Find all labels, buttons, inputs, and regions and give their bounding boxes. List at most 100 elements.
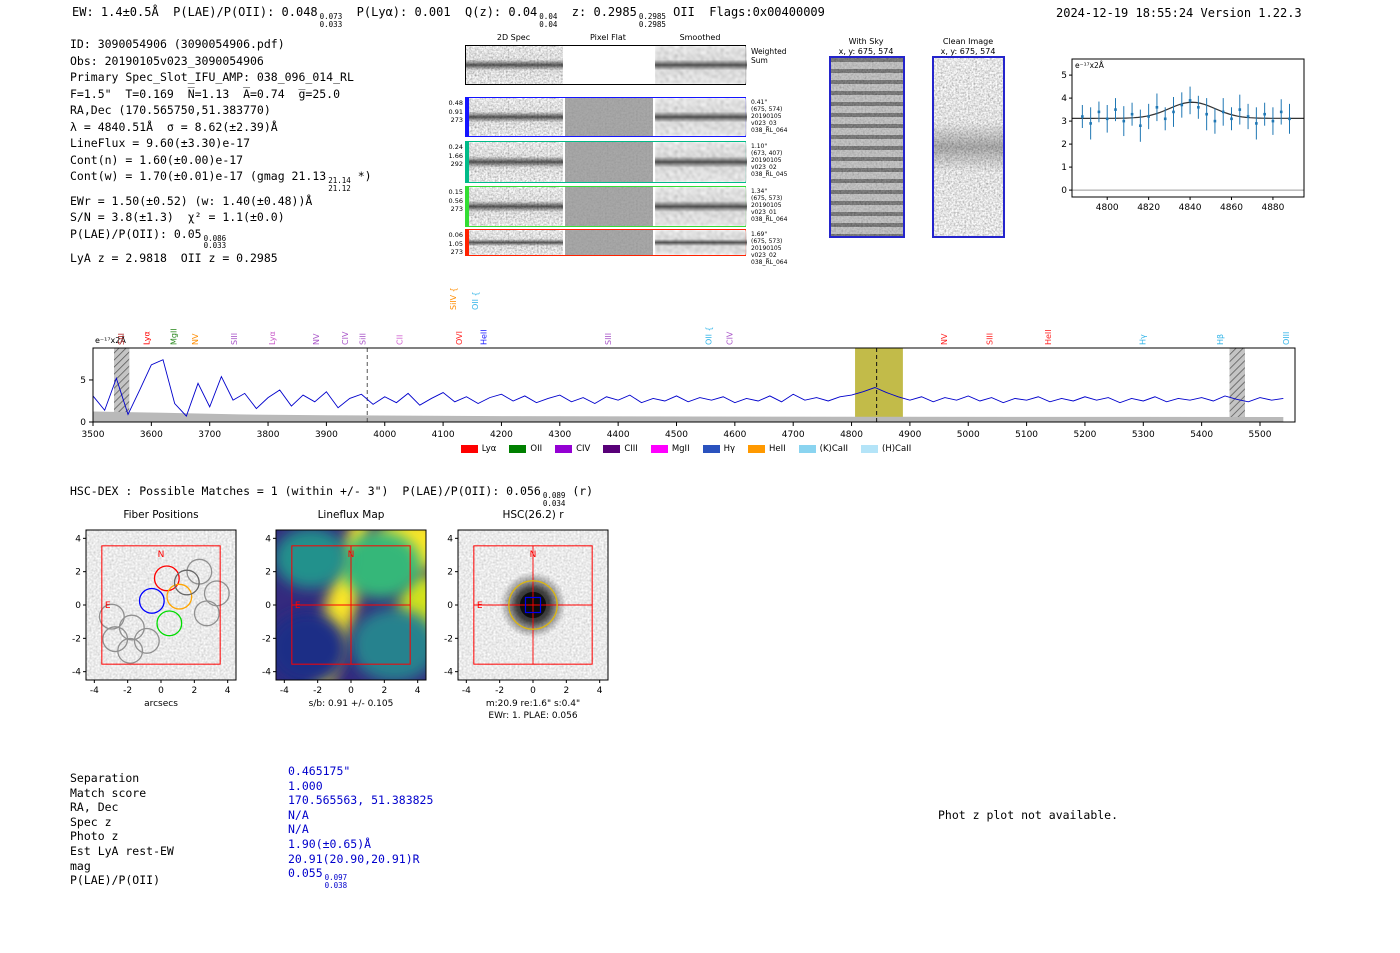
svg-text:OII {: OII { [705,326,714,345]
twod-row-annotation: 1.34"(675, 573)20190105v023_01038_RL_064 [751,188,811,223]
svg-text:4700: 4700 [782,430,805,440]
hscdex-summary: HSC-DEX : Possible Matches = 1 (within +… [70,484,593,508]
svg-text:-2: -2 [495,686,504,696]
hsc-caption: EWr: 1. PLAE: 0.056 [418,711,648,721]
svg-text:N: N [158,550,165,560]
detection-line: Cont(w) = 1.70(±0.01)e-17 (gmag 21.1321.… [70,168,372,193]
svg-text:4100: 4100 [432,430,455,440]
svg-text:2: 2 [1061,140,1067,150]
svg-text:2: 2 [265,568,271,578]
svg-text:HeII: HeII [1044,329,1053,345]
clean-image [932,56,1005,238]
twod-row-colorbar [466,230,469,255]
svg-text:5: 5 [80,376,86,386]
svg-text:0: 0 [1061,186,1067,196]
match-value: 0.465175" [288,764,350,778]
hsc-plot: -4-4-2-2002244NE [418,522,648,698]
svg-text:CIV: CIV [726,331,735,345]
detection-line: EWr = 1.50(±0.52) (w: 1.40(±0.48))Å [70,193,372,210]
svg-text:Hγ: Hγ [1139,334,1148,345]
svg-text:4840: 4840 [1179,203,1202,213]
svg-text:4820: 4820 [1137,203,1160,213]
svg-text:-2: -2 [444,634,453,644]
detection-line: RA,Dec (170.565750,51.383770) [70,102,372,119]
svg-text:-2: -2 [72,634,81,644]
main-spectrum-plot: e⁻¹⁷x2Å350036003700380039004000410042004… [58,260,1314,444]
stacked-uncertainty: 0.0860.033 [204,235,227,251]
stacked-uncertainty: 0.29850.2985 [639,13,666,29]
svg-text:4300: 4300 [548,430,571,440]
match-label: P(LAE)/P(OII) [70,873,160,887]
twod-row-annotation: 0.41"(675, 574)20190105v023_03038_RL_064 [751,99,811,134]
svg-text:4: 4 [225,686,231,696]
legend-item: OII [509,444,542,454]
svg-text:-4: -4 [280,686,289,696]
svg-text:OVI: OVI [455,331,464,345]
detection-line: F=1.5" T=0.169 N̅=1.13 A̅=0.74 g̅=25.0 [70,86,372,103]
svg-text:3600: 3600 [140,430,163,440]
twod-col-header-smoothed: Smoothed [654,33,746,42]
svg-text:3700: 3700 [198,430,221,440]
svg-text:5300: 5300 [1132,430,1155,440]
twod-row: 0.480.912730.41"(675, 574)20190105v023_0… [465,97,746,137]
svg-text:NV: NV [312,333,321,345]
twod-row-values: 0.241.66292 [441,143,463,169]
clean-noise [934,58,1003,236]
withsky-image [829,56,905,238]
legend-swatch [603,445,620,453]
detection-line: λ = 4840.51Å σ = 8.62(±2.39)Å [70,119,372,136]
svg-text:0: 0 [530,686,536,696]
match-label: Est LyA rest-EW [70,844,174,858]
twod-cell [466,230,563,255]
svg-text:NV: NV [940,333,949,345]
photz-note: Phot z plot not available. [938,808,1118,822]
twod-row: 0.150.562731.34"(675, 573)20190105v023_0… [465,186,746,227]
svg-text:SIII: SIII [604,333,613,345]
stacked-uncertainty: 21.1421.12 [328,177,351,193]
svg-text:-2: -2 [123,686,132,696]
legend-swatch [461,445,478,453]
twod-cell [466,98,563,136]
twod-row-colorbar [466,98,469,136]
withsky-title-text: With Sky [814,37,918,47]
svg-text:4880: 4880 [1261,203,1284,213]
svg-text:2: 2 [191,686,197,696]
legend-item: (K)CaII [799,444,848,454]
legend-item: Lyα [461,444,497,454]
svg-text:0: 0 [447,601,453,611]
legend-item: CIII [603,444,637,454]
match-value: 20.91(20.90,20.91)R [288,852,420,866]
svg-text:4000: 4000 [373,430,396,440]
svg-text:3500: 3500 [82,430,105,440]
svg-text:4200: 4200 [490,430,513,440]
match-label: Separation [70,771,139,785]
match-label: Match score [70,786,146,800]
svg-text:2: 2 [75,568,81,578]
svg-text:OII {: OII { [471,291,480,310]
stacked-uncertainty: 0.0970.038 [325,874,348,890]
svg-text:1: 1 [1061,163,1067,173]
svg-text:4860: 4860 [1220,203,1243,213]
svg-text:NV: NV [191,333,200,345]
twod-row: 0.061.052731.69"(675, 573)20190105v023_0… [465,229,746,256]
svg-text:4800: 4800 [1096,203,1119,213]
twod-cell [466,46,563,84]
twod-row-values: 0.480.91273 [441,99,463,125]
clean-title-text: Clean Image [922,37,1014,47]
match-value: 1.90(±0.65)Å [288,837,371,851]
twod-cell [655,46,747,84]
svg-text:4900: 4900 [898,430,921,440]
hsc-xlabel: m:20.9 re:1.6" s:0.4" [418,699,648,709]
svg-text:SiII: SiII [358,333,367,345]
svg-text:E: E [477,601,483,611]
twod-cell [565,98,653,136]
twod-row: WeightedSum [465,45,746,85]
svg-text:0: 0 [348,686,354,696]
svg-text:5500: 5500 [1249,430,1272,440]
twod-cell [466,187,563,226]
legend-item: HeII [748,444,786,454]
legend-swatch [509,445,526,453]
twod-col-header-spec: 2D Spec [465,33,562,42]
svg-text:4: 4 [447,534,453,544]
match-value: 170.565563, 51.383825 [288,793,433,807]
